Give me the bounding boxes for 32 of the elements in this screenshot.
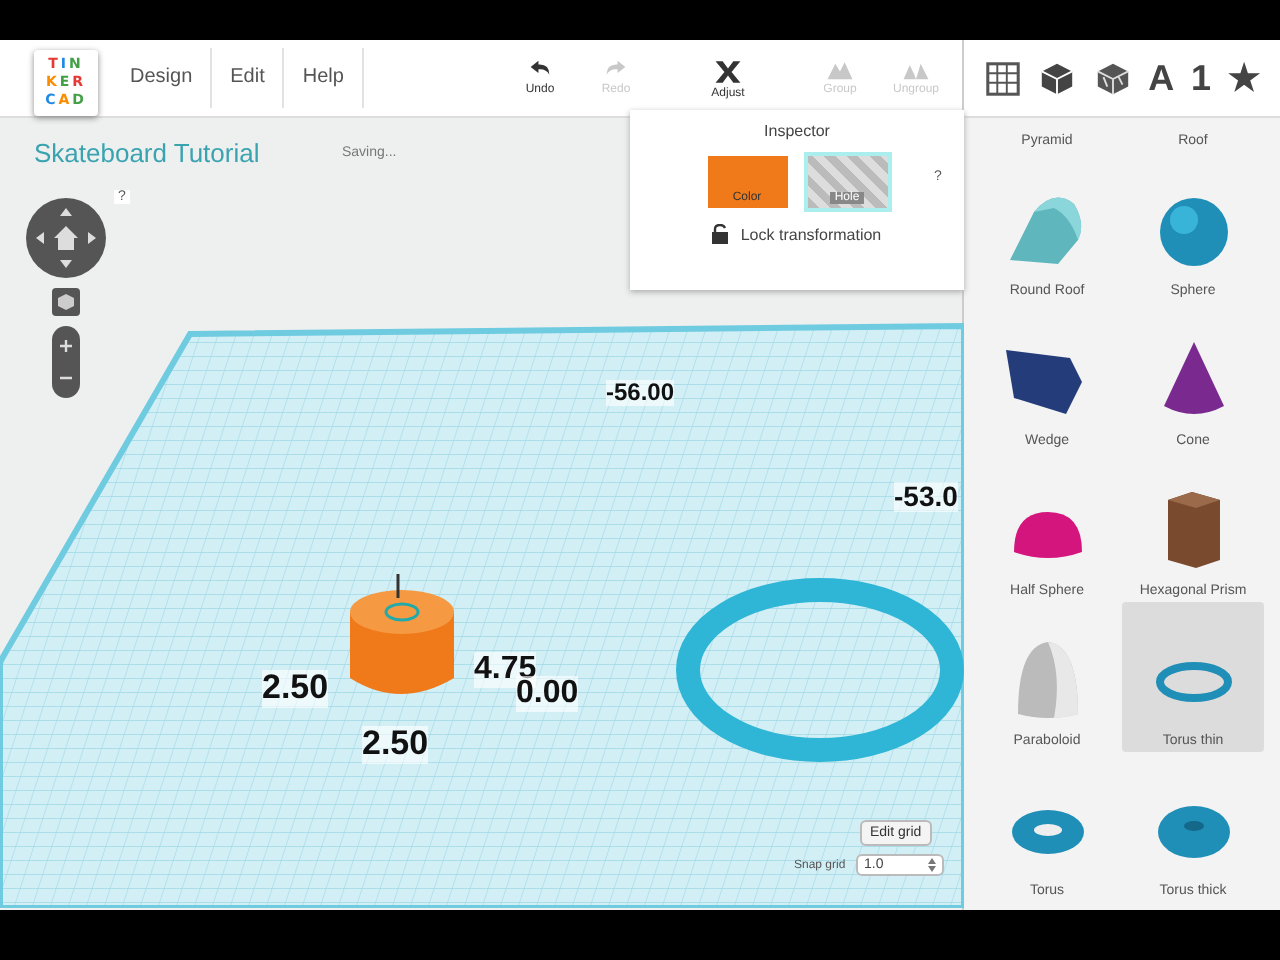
home-view-cube-icon[interactable] [52, 288, 80, 316]
panel-tab[interactable]: A [1148, 57, 1175, 99]
wedge-shape-icon [1005, 350, 1081, 414]
cone-shape-icon [1163, 342, 1223, 414]
panel-tab[interactable]: 1 [1190, 57, 1211, 99]
dimension-label: 2.50 [362, 726, 429, 764]
lock-transformation-label[interactable]: Lock transformation [740, 225, 882, 243]
menu-item[interactable]: Design [112, 48, 213, 108]
dimension-label: -56.00 [606, 380, 675, 407]
spinner-arrows-icon [928, 858, 936, 872]
hex-prism-shape-icon [1167, 492, 1219, 568]
torus-shape-icon [1011, 810, 1083, 854]
dimension-label: 2.50 [262, 670, 329, 708]
torus-thin-shape-icon [1155, 662, 1231, 702]
dimension-label: -53.0 [894, 482, 958, 513]
zoom-control-icon[interactable] [52, 326, 80, 398]
paraboloid-shape-icon [1017, 642, 1077, 718]
padlock-icon[interactable] [712, 224, 729, 244]
orbit-control-icon[interactable] [26, 198, 106, 278]
round-roof-shape-icon [1009, 197, 1081, 264]
panel-tab[interactable]: ★ [1227, 56, 1260, 100]
half-sphere-shape-icon [1013, 512, 1081, 558]
cylinder-drawing [350, 574, 454, 694]
cube-icon[interactable] [1041, 62, 1075, 95]
grid-icon[interactable] [986, 61, 1021, 95]
inspector-title: Inspector [764, 122, 830, 140]
menu-item[interactable]: Edit [212, 48, 285, 108]
menu-item[interactable]: Help [284, 48, 364, 108]
adjust-icon [710, 56, 746, 88]
torus-thick-shape-icon [1157, 806, 1229, 858]
sphere-shape-icon [1159, 198, 1227, 266]
patterned-cube-icon[interactable] [1096, 62, 1129, 95]
